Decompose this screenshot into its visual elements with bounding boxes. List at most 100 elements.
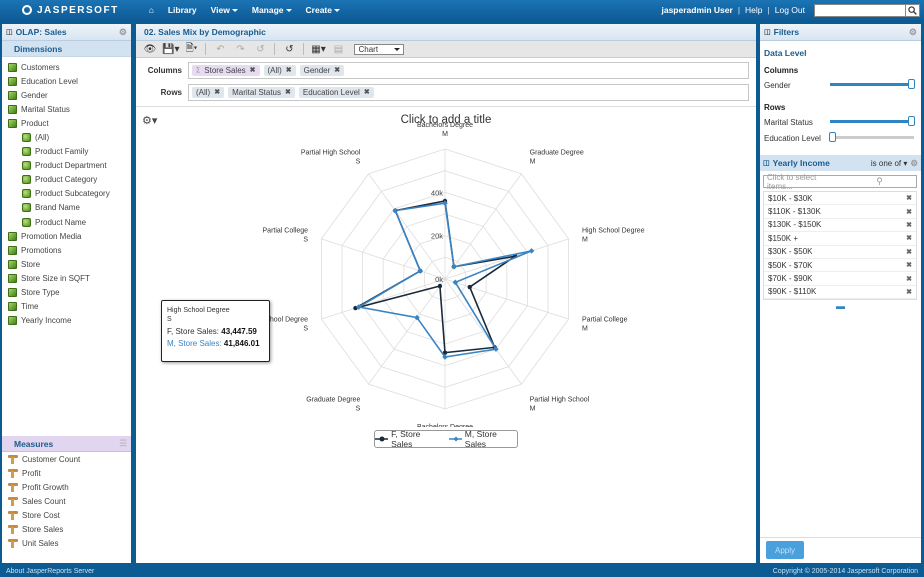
collapse-icon[interactable]: ◫	[764, 28, 771, 36]
measure-item[interactable]: Sales Count	[2, 494, 131, 508]
remove-icon[interactable]: ✖	[906, 234, 912, 242]
collapse-icon[interactable]: ◫	[763, 159, 770, 167]
rows-drop-zone[interactable]: (All) ✖ Marital Status ✖ Education Level ✖	[188, 83, 749, 101]
dimension-item[interactable]: Education Level	[2, 74, 131, 88]
remove-icon[interactable]: ✖	[250, 66, 256, 74]
measure-item[interactable]: Profit Growth	[2, 480, 131, 494]
dimension-item[interactable]: Promotions	[2, 243, 131, 257]
reset-icon[interactable]: ↺	[252, 42, 268, 56]
remove-icon[interactable]: ✖	[286, 66, 292, 74]
dimension-item[interactable]: Gender	[2, 88, 131, 102]
dimension-item[interactable]: Product Department	[2, 159, 131, 173]
remove-icon[interactable]: ✖	[906, 194, 912, 202]
chart-type-select[interactable]: Chart	[354, 43, 405, 55]
legend-item-f[interactable]: F, Store Sales	[375, 429, 441, 449]
columns-drop-zone[interactable]: ∑ Store Sales ✖ (All) ✖ Gender ✖	[188, 61, 749, 79]
row-pill[interactable]: Education Level ✖	[298, 86, 374, 98]
level-slider[interactable]	[830, 79, 915, 89]
columns-row: Columns ∑ Store Sales ✖ (All) ✖ Gender ✖	[136, 60, 756, 80]
logout-link[interactable]: Log Out	[775, 5, 805, 15]
eye-icon[interactable]: 👁	[142, 42, 158, 56]
dimension-item[interactable]: Store Type	[2, 286, 131, 300]
income-item[interactable]: $110K - $130K ✖	[764, 205, 916, 219]
slider-handle[interactable]	[908, 79, 915, 89]
level-slider[interactable]	[830, 116, 915, 126]
remove-icon[interactable]: ✖	[906, 288, 912, 296]
measure-item[interactable]: Unit Sales	[2, 537, 131, 551]
measure-item[interactable]: Store Cost	[2, 508, 131, 522]
measure-item[interactable]: Customer Count	[2, 452, 131, 466]
gear-icon[interactable]: ⚙	[119, 27, 127, 38]
redo-icon[interactable]: ↷	[232, 42, 248, 56]
income-item[interactable]: $150K + ✖	[764, 232, 916, 246]
column-pill[interactable]: Gender ✖	[299, 64, 345, 76]
income-item[interactable]: $50K - $70K ✖	[764, 259, 916, 273]
remove-icon[interactable]: ✖	[285, 88, 291, 96]
export-icon[interactable]: 🗎▾	[183, 42, 199, 56]
measure-item[interactable]: Store Sales	[2, 522, 131, 536]
menu-create[interactable]: Create	[306, 5, 340, 15]
remove-icon[interactable]: ✖	[906, 275, 912, 283]
apply-button[interactable]: Apply	[766, 541, 804, 559]
dimension-item[interactable]: Store Size in SQFT	[2, 271, 131, 285]
dimension-item[interactable]: Product	[2, 116, 131, 130]
menu-library[interactable]: Library	[168, 5, 197, 15]
about-link[interactable]: About JasperReports Server	[6, 568, 94, 575]
search-icon[interactable]: ⚲	[840, 176, 916, 187]
income-item[interactable]: $130K - $150K ✖	[764, 219, 916, 233]
grip-icon[interactable]: ☰	[119, 438, 127, 449]
dimension-item[interactable]: Brand Name	[2, 201, 131, 215]
remove-icon[interactable]: ✖	[364, 88, 370, 96]
dimension-item[interactable]: (All)	[2, 130, 131, 144]
dimension-item[interactable]: Promotion Media	[2, 229, 131, 243]
yearly-income-search[interactable]: Click to select items... ⚲	[763, 173, 917, 191]
gear-icon[interactable]: ⚙	[910, 158, 918, 169]
table-options-icon[interactable]: ▤	[330, 42, 346, 56]
dimension-item[interactable]: Product Family	[2, 145, 131, 159]
column-pill[interactable]: ∑ Store Sales ✖	[192, 64, 260, 76]
data-point	[392, 207, 399, 214]
slider-handle[interactable]	[829, 132, 836, 142]
dimension-item[interactable]: Time	[2, 300, 131, 314]
category-label: Partial College	[263, 228, 309, 235]
income-item[interactable]: $90K - $110K ✖	[764, 286, 916, 300]
dimension-item[interactable]: Product Category	[2, 173, 131, 187]
menu-view[interactable]: View	[211, 5, 238, 15]
income-item[interactable]: $70K - $90K ✖	[764, 272, 916, 286]
remove-icon[interactable]: ✖	[906, 261, 912, 269]
home-icon[interactable]: ⌂	[149, 5, 154, 15]
level-slider[interactable]	[829, 132, 914, 142]
help-link[interactable]: Help	[745, 5, 762, 15]
income-item[interactable]: $30K - $50K ✖	[764, 246, 916, 259]
row-pill[interactable]: (All) ✖	[192, 86, 225, 98]
search-input[interactable]	[814, 3, 906, 17]
row-pill[interactable]: Marital Status ✖	[228, 86, 295, 98]
save-icon[interactable]: 💾▾	[162, 42, 179, 56]
remove-icon[interactable]: ✖	[334, 66, 340, 74]
menu-manage[interactable]: Manage	[252, 5, 292, 15]
collapse-icon[interactable]: ◫	[6, 28, 13, 36]
gear-icon[interactable]: ⚙	[909, 27, 917, 38]
dimension-item[interactable]: Marital Status	[2, 102, 131, 116]
dimension-item[interactable]: Yearly Income	[2, 314, 131, 328]
dimension-item[interactable]: Product Name	[2, 215, 131, 229]
dimension-item[interactable]: Product Subcategory	[2, 187, 131, 201]
dimension-item[interactable]: Customers	[2, 60, 131, 74]
legend-marker	[375, 436, 389, 442]
pivot-icon[interactable]: ↺	[281, 42, 297, 56]
remove-icon[interactable]: ✖	[906, 221, 912, 229]
legend-item-m[interactable]: M, Store Sales	[448, 429, 517, 449]
measure-item[interactable]: Profit	[2, 466, 131, 480]
undo-icon[interactable]: ↶	[212, 42, 228, 56]
chart-options-icon[interactable]: ▦▾	[310, 42, 326, 56]
slider-handle[interactable]	[908, 116, 915, 126]
dimension-item[interactable]: Store	[2, 257, 131, 271]
more-icon[interactable]: ▬	[760, 301, 921, 311]
remove-icon[interactable]: ✖	[906, 208, 912, 216]
search-button[interactable]	[906, 3, 920, 17]
income-item[interactable]: $10K - $30K ✖	[764, 192, 916, 206]
remove-icon[interactable]: ✖	[214, 88, 220, 96]
operator-select[interactable]: is one of ▾	[871, 159, 908, 168]
column-pill[interactable]: (All) ✖	[263, 64, 296, 76]
remove-icon[interactable]: ✖	[906, 248, 912, 256]
